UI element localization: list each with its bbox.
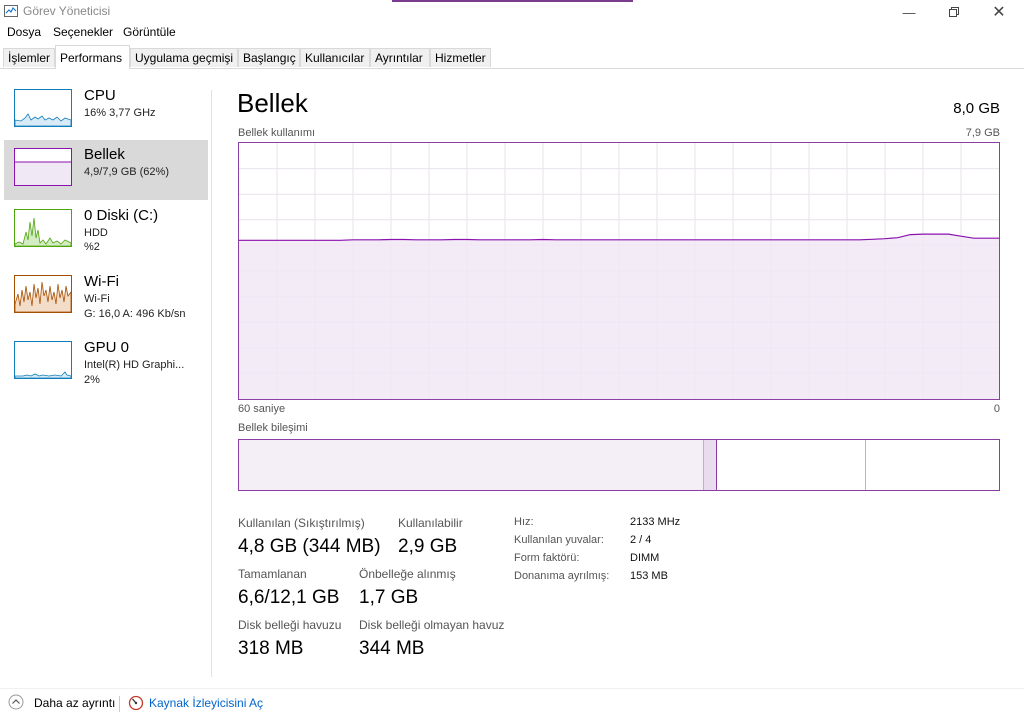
sidebar-subtitle: 4,9/7,9 GB (62%) <box>84 166 169 178</box>
nonpaged-pool-label: Disk belleği olmayan havuz <box>359 618 505 632</box>
time-axis-start: 60 saniye <box>238 403 286 415</box>
sidebar-title: Bellek <box>84 146 125 163</box>
hardware-reserved-value: 153 MB <box>630 570 668 582</box>
open-resource-monitor-link[interactable]: Kaynak İzleyicisini Aç <box>149 696 263 710</box>
sidebar-title: CPU <box>84 87 116 104</box>
wifi-thumbnail <box>14 275 72 313</box>
tab-processes[interactable]: İşlemler <box>3 48 55 67</box>
available-label: Kullanılabilir <box>398 516 463 530</box>
memory-thumbnail <box>14 148 72 186</box>
sidebar-detail: G: 16,0 A: 496 Kb/sn <box>84 308 186 320</box>
form-factor-value: DIMM <box>630 552 660 564</box>
restore-icon <box>949 7 959 17</box>
task-manager-icon <box>4 5 18 17</box>
close-icon: ✕ <box>992 4 1006 21</box>
used-label: Kullanılan (Sıkıştırılmış) <box>238 516 365 530</box>
cached-label: Önbelleğe alınmış <box>359 567 456 581</box>
sidebar-subtitle: Wi-Fi <box>84 293 110 305</box>
minimize-icon: — <box>902 4 916 20</box>
window-title: Görev Yöneticisi <box>23 4 111 18</box>
sidebar-subtitle: HDD <box>84 227 108 239</box>
menu-view[interactable]: Görüntüle <box>123 25 176 39</box>
sidebar-item-disk[interactable]: 0 Diski (C:) HDD %2 <box>4 201 208 261</box>
fewer-details-label[interactable]: Daha az ayrıntı <box>34 696 115 710</box>
available-value: 2,9 GB <box>398 536 458 557</box>
cpu-thumbnail <box>14 89 72 127</box>
graph-label: Bellek kullanımı <box>238 127 316 139</box>
composition-standby <box>716 440 866 490</box>
total-memory: 8,0 GB <box>953 100 1000 117</box>
minimize-button[interactable]: — <box>886 0 932 24</box>
memory-usage-chart <box>239 143 999 399</box>
tab-app-history[interactable]: Uygulama geçmişi <box>130 48 238 67</box>
chevron-up-icon <box>8 694 24 710</box>
disk-thumbnail <box>14 209 72 247</box>
memory-composition-bar <box>238 439 1000 491</box>
close-button[interactable]: ✕ <box>976 0 1022 24</box>
slots-value: 2 / 4 <box>630 534 652 546</box>
sidebar-detail: %2 <box>84 241 100 253</box>
used-value: 4,8 GB (344 MB) <box>238 536 381 557</box>
sidebar-divider <box>211 90 212 677</box>
sidebar-item-wifi[interactable]: Wi-Fi Wi-Fi G: 16,0 A: 496 Kb/sn <box>4 267 208 327</box>
tab-performance[interactable]: Performans <box>55 45 130 69</box>
tab-services[interactable]: Hizmetler <box>430 48 491 67</box>
title-accent-bar <box>392 0 633 2</box>
nonpaged-pool-value: 344 MB <box>359 638 425 659</box>
sidebar-subtitle: 16% 3,77 GHz <box>84 107 156 119</box>
sidebar-title: 0 Diski (C:) <box>84 207 159 224</box>
composition-modified <box>703 440 717 490</box>
sidebar-title: Wi-Fi <box>84 273 119 290</box>
paged-pool-value: 318 MB <box>238 638 304 659</box>
committed-label: Tamamlanan <box>238 567 307 581</box>
menu-file[interactable]: Dosya <box>7 25 41 39</box>
sidebar-title: GPU 0 <box>84 339 130 356</box>
title-bar <box>0 0 1024 24</box>
footer-separator <box>119 696 120 712</box>
tab-startup[interactable]: Başlangıç <box>238 48 300 67</box>
page-title: Bellek <box>237 88 308 118</box>
sidebar-detail: 2% <box>84 374 100 386</box>
restore-button[interactable] <box>931 0 977 24</box>
sidebar-item-cpu[interactable]: CPU 16% 3,77 GHz <box>4 81 208 141</box>
composition-label: Bellek bileşimi <box>238 422 308 434</box>
paged-pool-label: Disk belleği havuzu <box>238 618 342 632</box>
time-axis-end: 0 <box>993 403 1000 415</box>
composition-in-use <box>239 440 703 490</box>
tab-details[interactable]: Ayrıntılar <box>370 48 430 67</box>
sidebar-item-gpu[interactable]: GPU 0 Intel(R) HD Graphi... 2% <box>4 333 208 393</box>
speed-label: Hız: <box>514 516 534 528</box>
resource-monitor-icon <box>128 695 144 711</box>
composition-free <box>865 440 999 490</box>
tab-users[interactable]: Kullanıcılar <box>300 48 370 67</box>
speed-value: 2133 MHz <box>630 516 681 528</box>
graph-max-label: 7,9 GB <box>965 127 1000 139</box>
form-factor-label: Form faktörü: <box>514 552 580 564</box>
sidebar-subtitle: Intel(R) HD Graphi... <box>84 359 185 371</box>
footer-divider <box>0 688 1024 689</box>
menu-options[interactable]: Seçenekler <box>53 25 113 39</box>
fewer-details-button[interactable] <box>8 694 24 710</box>
slots-label: Kullanılan yuvalar: <box>514 534 604 546</box>
gpu-thumbnail <box>14 341 72 379</box>
memory-usage-graph <box>238 142 1000 400</box>
sidebar-item-memory[interactable]: Bellek 4,9/7,9 GB (62%) <box>4 140 208 200</box>
hardware-reserved-label: Donanıma ayrılmış: <box>514 570 610 582</box>
memory-usage-area <box>239 234 999 399</box>
cached-value: 1,7 GB <box>359 587 419 608</box>
committed-value: 6,6/12,1 GB <box>238 587 340 608</box>
